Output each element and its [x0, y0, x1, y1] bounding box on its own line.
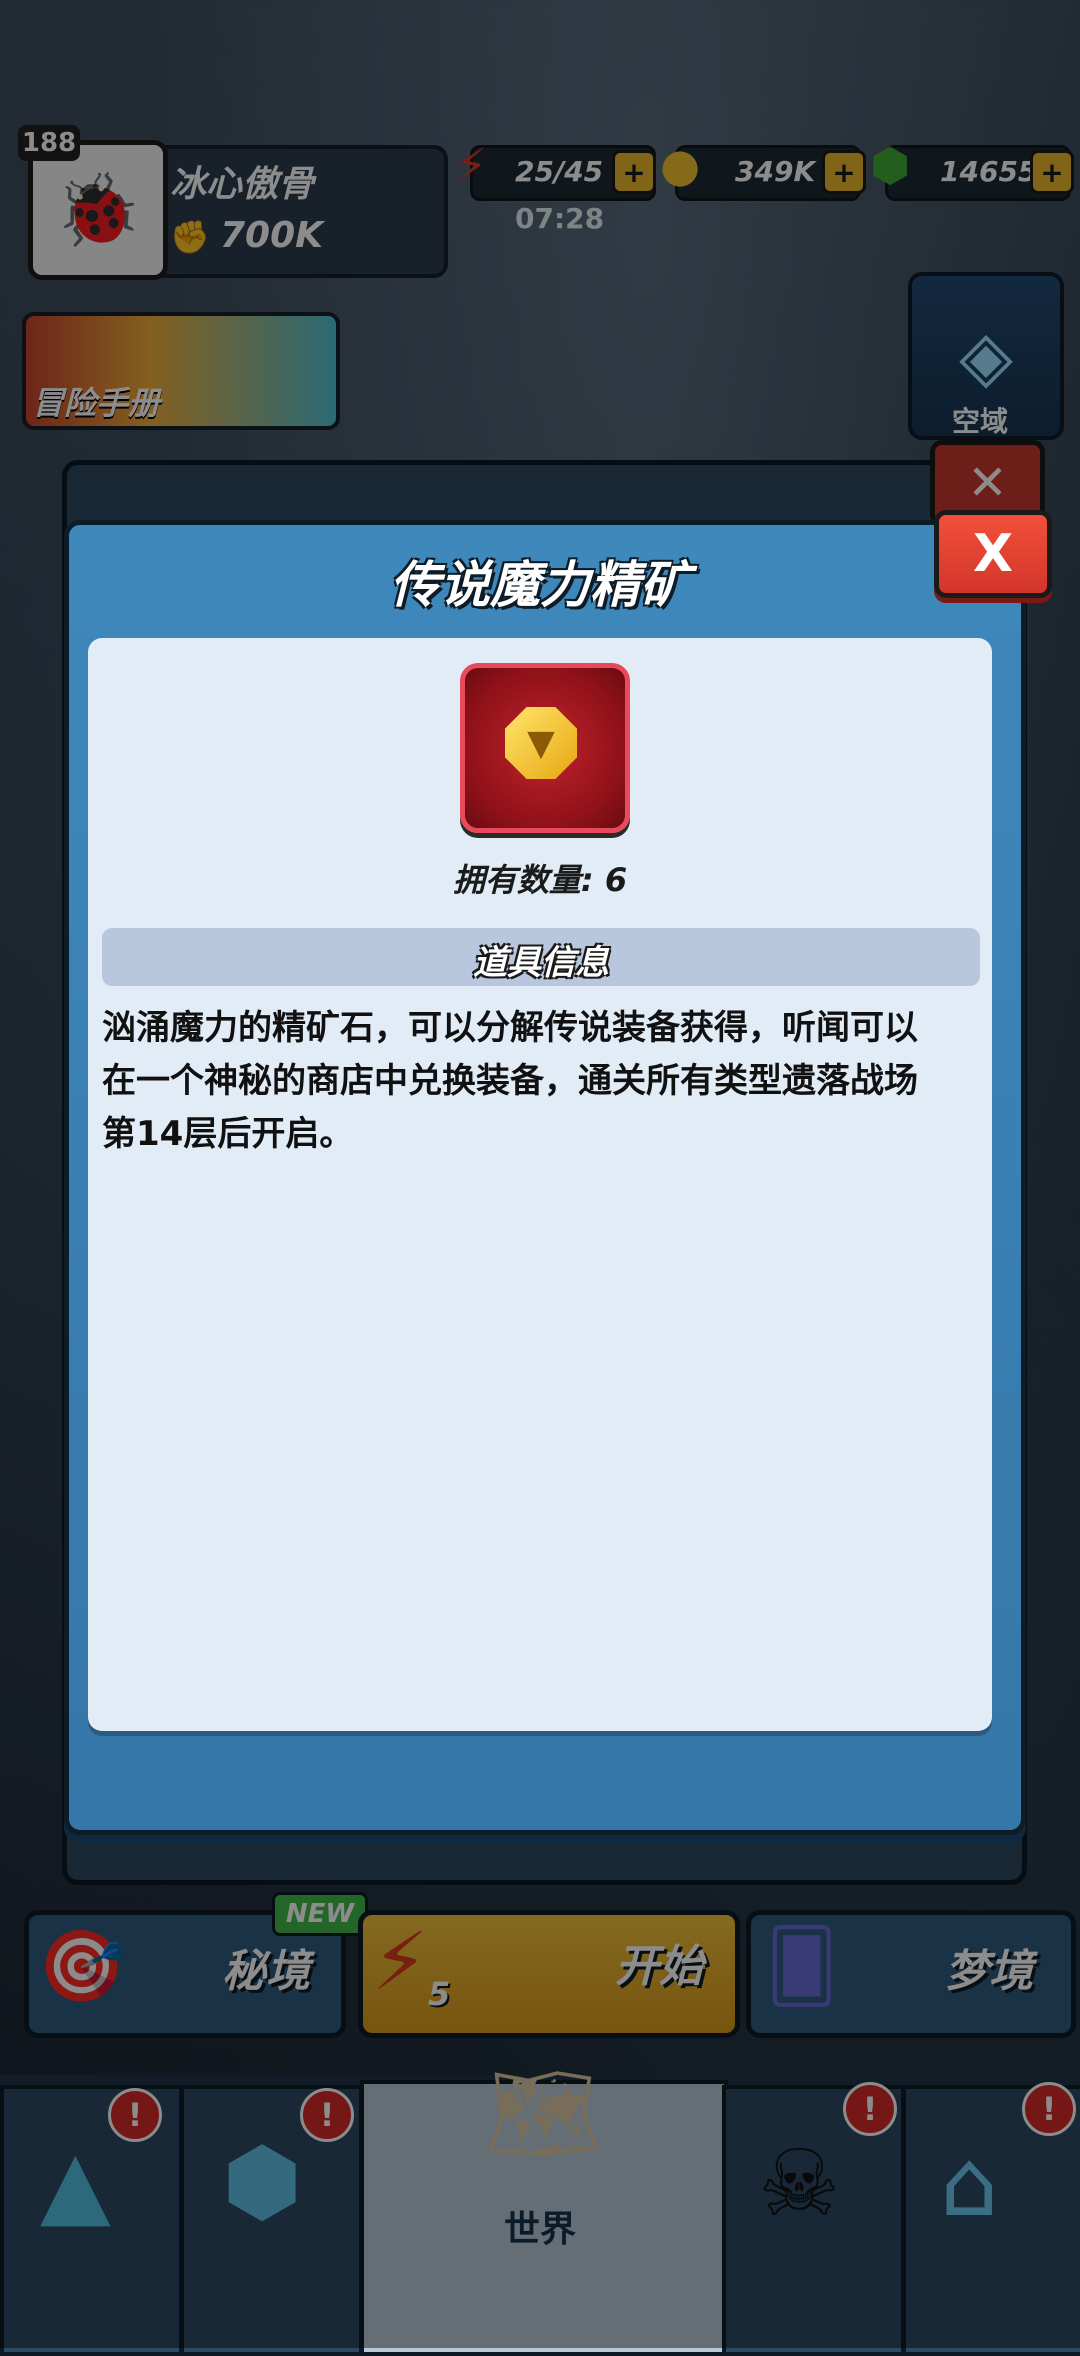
item-info-header: 道具信息: [473, 943, 609, 983]
item-description: 汹涌魔力的精矿石，可以分解传说装备获得，听闻可以在一个神秘的商店中兑换装备，通关…: [102, 1008, 918, 1154]
modal-title: 传说魔力精矿: [390, 556, 690, 614]
close-button[interactable]: X: [934, 510, 1052, 598]
owned-quantity: 拥有数量: 6: [452, 861, 628, 899]
